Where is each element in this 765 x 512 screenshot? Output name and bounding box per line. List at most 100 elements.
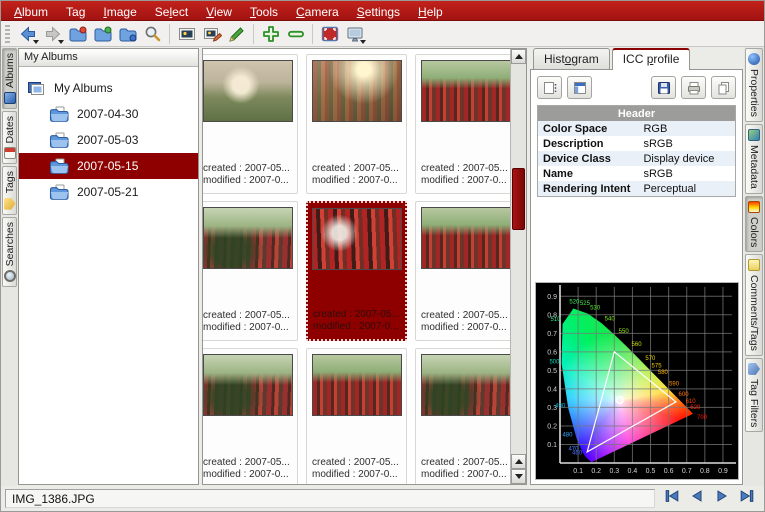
album-tree-item[interactable]: My Albums xyxy=(19,75,198,101)
icc-row-key: Rendering Intent xyxy=(538,181,638,196)
add-icon[interactable] xyxy=(259,22,282,45)
svg-text:0.8: 0.8 xyxy=(700,468,710,475)
svg-text:0.6: 0.6 xyxy=(664,468,674,475)
thumbnail-card[interactable]: created : 2007-05... modified : 2007-0..… xyxy=(415,348,510,484)
copy-icon[interactable] xyxy=(711,76,736,99)
toggle-text-view-icon[interactable] xyxy=(537,76,562,99)
svg-text:0.2: 0.2 xyxy=(591,468,601,475)
colors-panel-tab[interactable]: Histogram xyxy=(533,48,610,69)
thumbnail-card[interactable]: created : 2007-05... modified : 2007-0..… xyxy=(306,54,407,194)
icc-row-key: Name xyxy=(538,166,638,181)
caption-created: created : 2007-05... xyxy=(203,163,297,175)
menu-item[interactable]: Settings xyxy=(348,1,409,20)
thumbnail-photo xyxy=(421,60,511,122)
album-tree-item[interactable]: 2007-04-30 xyxy=(19,101,198,127)
sidebar-tab[interactable]: Tags xyxy=(2,166,17,214)
album-image-icon[interactable] xyxy=(91,22,114,45)
thumbnail-caption: created : 2007-05... modified : 2007-0..… xyxy=(307,163,406,193)
menu-item[interactable]: Select xyxy=(146,1,197,20)
menu-item-label: Album xyxy=(14,5,48,19)
menu-item-label: Tag xyxy=(66,5,85,19)
sidebar-tab[interactable]: Colors xyxy=(745,196,763,252)
previous-image-icon[interactable] xyxy=(688,487,706,510)
icc-row-key: Description xyxy=(538,136,638,151)
save-icon[interactable] xyxy=(651,76,676,99)
menu-item[interactable]: View xyxy=(197,1,241,20)
caption-created: created : 2007-05... xyxy=(421,310,510,322)
icc-profile-view: Header Color Space RGB Description sRGB … xyxy=(530,69,743,485)
menu-item[interactable]: Help xyxy=(409,1,452,20)
remove-icon[interactable] xyxy=(284,22,307,45)
album-tree-item-label: My Albums xyxy=(54,81,113,95)
view-image-icon[interactable] xyxy=(175,22,198,45)
sidebar-tab[interactable]: Tag Filters xyxy=(745,358,763,432)
colors-side-panel: Histogram ICC profile xyxy=(530,48,743,485)
caption-created: created : 2007-05... xyxy=(313,309,405,321)
new-album-icon[interactable] xyxy=(66,22,89,45)
toggle-header-view-icon[interactable] xyxy=(567,76,592,99)
icc-table-title: Header xyxy=(538,106,735,121)
last-image-icon[interactable] xyxy=(738,487,756,510)
caption-modified: modified : 2007-0... xyxy=(313,321,405,333)
colors-panel-tab[interactable]: ICC profile xyxy=(612,48,691,70)
next-image-icon[interactable] xyxy=(713,487,731,510)
album-tree-item[interactable]: 2007-05-15 xyxy=(19,153,198,179)
thumbnail-card[interactable]: created : 2007-05... modified : 2007-0..… xyxy=(306,201,407,341)
svg-text:510: 510 xyxy=(551,317,562,323)
toolbar-drag-handle[interactable] xyxy=(5,25,10,43)
status-filename: IMG_1386.JPG xyxy=(5,489,655,508)
fullscreen-icon[interactable] xyxy=(318,22,341,45)
thumbnail-card[interactable]: created : 2007-05... modified : 2007-0..… xyxy=(203,54,298,194)
sidebar-tab[interactable]: Properties xyxy=(745,48,763,122)
cie-diagram: 0.10.20.30.40.50.60.70.80.90.10.20.30.40… xyxy=(536,283,738,479)
sidebar-tab[interactable]: Metadata xyxy=(745,124,763,194)
thumbnail-card[interactable]: created : 2007-05... modified : 2007-0..… xyxy=(203,201,298,341)
icc-header-table: Header Color Space RGB Description sRGB … xyxy=(537,105,736,197)
thumbnail-photo xyxy=(421,207,511,269)
thumbnail-card[interactable]: created : 2007-05... modified : 2007-0..… xyxy=(306,348,407,484)
sidebar-tab[interactable]: Searches xyxy=(2,217,17,287)
back-icon[interactable] xyxy=(16,22,39,45)
scroll-up-button-2[interactable] xyxy=(511,454,526,469)
menu-item-label: Camera xyxy=(296,5,339,19)
scroll-down-button[interactable] xyxy=(511,469,526,484)
slideshow-icon[interactable] xyxy=(343,22,366,45)
menu-item[interactable]: Album xyxy=(5,1,57,20)
searches-icon xyxy=(4,270,16,282)
album-edit-icon[interactable] xyxy=(116,22,139,45)
svg-text:620: 620 xyxy=(690,405,701,411)
menu-item[interactable]: Tools xyxy=(241,1,287,20)
pencil-edit-icon[interactable] xyxy=(225,22,248,45)
print-icon[interactable] xyxy=(681,76,706,99)
svg-text:0.9: 0.9 xyxy=(718,468,728,475)
svg-text:0.9: 0.9 xyxy=(547,294,557,301)
scroll-up-button[interactable] xyxy=(511,49,526,64)
thumbnail-card[interactable]: created : 2007-05... modified : 2007-0..… xyxy=(415,54,510,194)
menu-item[interactable]: Camera xyxy=(287,1,348,20)
scrollbar-track[interactable] xyxy=(511,64,526,454)
menu-item[interactable]: Tag xyxy=(57,1,94,20)
thumbnail-scrollbar[interactable] xyxy=(510,49,526,484)
statusbar-nav xyxy=(659,487,760,510)
album-tree-header[interactable]: My Albums xyxy=(19,49,198,67)
svg-text:0.1: 0.1 xyxy=(573,468,583,475)
menu-item-label: Select xyxy=(155,5,188,19)
left-sidebar-tabs: Albums Dates Tags Searches xyxy=(1,47,18,486)
first-image-icon[interactable] xyxy=(663,487,681,510)
menu-item[interactable]: Image xyxy=(94,1,145,20)
sidebar-tab[interactable]: Albums xyxy=(2,48,17,109)
album-tree-item-label: 2007-04-30 xyxy=(77,107,138,121)
edit-image-icon[interactable] xyxy=(200,22,223,45)
svg-text:0.7: 0.7 xyxy=(547,331,557,338)
album-tree-item[interactable]: 2007-05-03 xyxy=(19,127,198,153)
search-icon[interactable] xyxy=(141,22,164,45)
caption-created: created : 2007-05... xyxy=(312,457,406,469)
thumbnail-card[interactable]: created : 2007-05... modified : 2007-0..… xyxy=(415,201,510,341)
svg-text:550: 550 xyxy=(619,329,630,335)
sidebar-tab[interactable]: Dates xyxy=(2,111,17,164)
scrollbar-thumb[interactable] xyxy=(512,168,525,230)
album-tree-item[interactable]: 2007-05-21 xyxy=(19,179,198,205)
thumbnail-view: created : 2007-05... modified : 2007-0..… xyxy=(202,48,527,485)
sidebar-tab[interactable]: Comments/Tags xyxy=(745,254,763,356)
thumbnail-card[interactable]: created : 2007-05... modified : 2007-0..… xyxy=(203,348,298,484)
